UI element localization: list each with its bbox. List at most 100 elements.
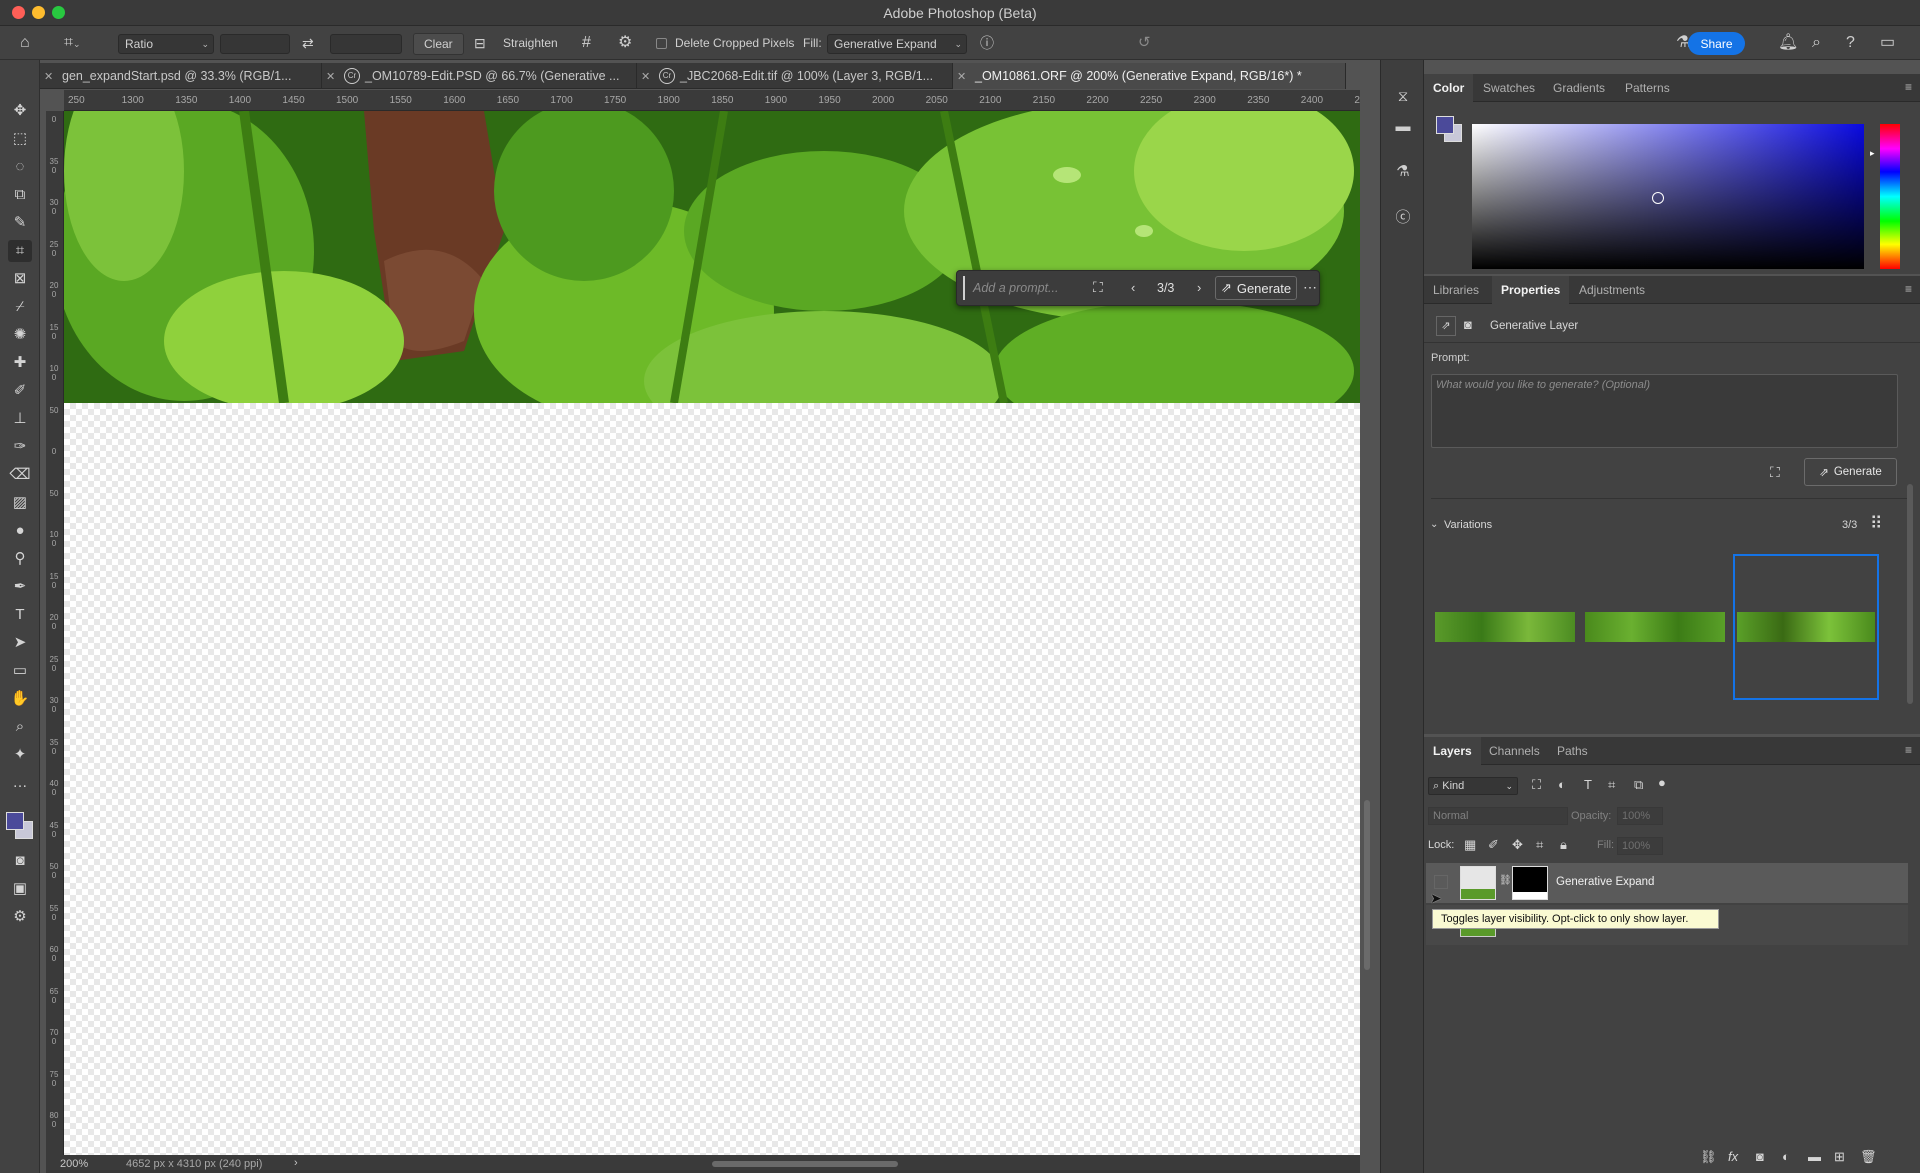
document-info[interactable]: 4652 px x 4310 px (240 ppi) [126,1158,262,1170]
type-tool-icon[interactable]: T [8,604,32,626]
horizontal-ruler[interactable]: 250 1300 1350 1400 1450 1500 1550 1600 1650 1700 1… [64,90,1360,111]
crop-tool-icon[interactable]: ⌗ [8,240,32,262]
clone-stamp-tool-icon[interactable]: ⊥ [8,408,32,430]
add-mask-icon[interactable]: ◙ [1756,1149,1764,1164]
crop-tool-preset-icon[interactable]: ⌗⌄ [64,34,81,53]
lock-transparent-icon[interactable]: ▦ [1464,837,1476,853]
taskbar-generate-button[interactable]: ⇗ Generate [1215,276,1297,300]
tab-swatches[interactable]: Swatches [1474,74,1544,102]
chevron-down-icon[interactable]: ⌄ [1430,519,1438,530]
close-tab-icon[interactable]: ✕ [957,70,966,83]
panel-menu-icon[interactable]: ≡ [1905,80,1912,94]
history-brush-tool-icon[interactable]: ✑ [8,436,32,458]
color-picker-handle[interactable] [1652,192,1664,204]
swap-icon[interactable]: ⇄ [302,34,314,52]
variations-label[interactable]: Variations [1444,519,1492,531]
properties-generate-button[interactable]: ⇗ Generate [1804,458,1897,486]
ratio-height-input[interactable] [330,34,402,54]
close-tab-icon[interactable]: ✕ [44,70,53,83]
tab-libraries[interactable]: Libraries [1424,276,1488,304]
screen-mode-icon[interactable]: ▣ [8,878,32,900]
comments-panel-icon[interactable]: ▬ [1393,118,1413,138]
previous-variation-icon[interactable]: ‹ [1131,280,1135,295]
quick-selection-tool-icon[interactable]: ✎ [8,212,32,234]
delete-cropped-checkbox[interactable]: Delete Cropped Pixels [656,31,794,55]
clear-button[interactable]: Clear [413,33,464,55]
grid-view-icon[interactable]: ⠿ [1870,514,1882,534]
path-selection-tool-icon[interactable]: ➤ [8,632,32,654]
new-layer-icon[interactable]: ⊞ [1834,1149,1845,1165]
hand-tool-icon[interactable]: ✋ [8,688,32,710]
eraser-tool-icon[interactable]: ⌫ [8,464,32,486]
doc-tab-4-active[interactable]: ✕ _OM10861.ORF @ 200% (Generative Expand… [953,63,1346,89]
settings-gear-icon[interactable]: ⚙ [618,34,632,52]
home-icon[interactable]: ⌂ [20,34,30,52]
cloud-doc-panel-icon[interactable]: ⓒ [1393,206,1413,226]
lock-image-icon[interactable]: ✐ [1488,837,1499,853]
blend-mode-select[interactable]: Normal [1428,807,1568,825]
panel-menu-icon[interactable]: ≡ [1905,282,1912,296]
new-group-icon[interactable]: ▬ [1808,1149,1821,1164]
tab-color[interactable]: Color [1424,74,1474,102]
pen-tool-icon[interactable]: ✒ [8,576,32,598]
overlay-grid-icon[interactable]: # [582,34,591,52]
hue-slider[interactable] [1880,124,1900,269]
fill-input[interactable]: 100% [1617,837,1663,855]
straighten-label[interactable]: Straighten [503,31,558,55]
share-button[interactable]: Share [1688,32,1745,55]
info-icon[interactable]: ⓘ [980,34,994,52]
close-tab-icon[interactable]: ✕ [326,70,335,83]
filter-shape-icon[interactable]: ⌗ [1608,777,1615,793]
next-variation-icon[interactable]: › [1197,280,1201,295]
workspace-icon[interactable]: ▭ [1880,34,1895,52]
filter-type-icon[interactable]: T [1584,777,1592,792]
fx-icon[interactable]: fx [1728,1149,1738,1164]
prompt-textarea[interactable]: What would you like to generate? (Option… [1431,374,1898,448]
help-icon[interactable]: ? [1846,34,1855,52]
tab-adjustments[interactable]: Adjustments [1570,276,1654,304]
marquee-tool-icon[interactable]: ⬚ [8,128,32,150]
kind-filter-select[interactable]: ⌕ Kind ⌄ [1428,777,1518,795]
hue-slider-handle-icon[interactable]: ▸ [1870,148,1875,159]
layer-row-generative-expand[interactable]: ⛓ Generative Expand [1426,863,1908,903]
properties-scrollbar[interactable] [1907,484,1913,704]
new-adjustment-icon[interactable]: ◐ [1782,1149,1790,1164]
history-panel-icon[interactable]: ⧖ [1393,88,1413,108]
bell-icon[interactable]: 🔔︎ [1778,34,1798,52]
color-field[interactable] [1472,124,1864,269]
layer-mask-thumbnail[interactable] [1512,866,1548,900]
brush-tool-icon[interactable]: ✐ [8,380,32,402]
canvas-area[interactable] [64,111,1360,1155]
blur-tool-icon[interactable]: ● [8,520,32,542]
tab-layers[interactable]: Layers [1424,737,1481,765]
rectangle-tool-icon[interactable]: ▭ [8,660,32,682]
spot-healing-tool-icon[interactable]: ✺ [8,324,32,346]
mask-link-icon[interactable]: ⛓ [1499,875,1512,886]
panel-menu-icon[interactable]: ≡ [1905,743,1912,757]
straighten-icon[interactable]: ⊟ [474,34,486,52]
quick-mask-icon[interactable]: ◙ [8,850,32,872]
reference-image-icon[interactable]: ⛶ [1770,464,1780,481]
opacity-input[interactable]: 100% [1617,807,1663,825]
layer-visibility-toggle[interactable] [1434,875,1448,889]
dodge-tool-icon[interactable]: ⚲ [8,548,32,570]
vertical-scrollbar[interactable] [1364,800,1370,970]
filter-toggle-icon[interactable]: ● [1658,775,1666,790]
doc-tab-1[interactable]: ✕ gen_expandStart.psd @ 33.3% (RGB/1... [40,63,322,89]
lock-artboard-icon[interactable]: ⌗ [1536,837,1543,853]
delete-layer-icon[interactable]: 🗑︎ [1860,1149,1877,1165]
tab-channels[interactable]: Channels [1480,737,1549,765]
tab-properties[interactable]: Properties [1492,276,1570,304]
frame-tool-icon[interactable]: ⊠ [8,268,32,290]
reset-icon[interactable]: ↺ [1138,34,1151,52]
lasso-tool-icon[interactable]: ◌ [8,156,32,178]
eyedropper-tool-icon[interactable]: ⌿ [8,296,32,318]
link-layers-icon[interactable]: ⛓ [1700,1149,1717,1165]
ratio-select[interactable]: Ratio ⌄ [118,34,214,54]
variation-thumbnail-2[interactable] [1585,612,1725,642]
search-icon[interactable]: ⌕ [1812,34,1821,52]
doc-tab-2[interactable]: ✕ Cr _OM10789-Edit.PSD @ 66.7% (Generati… [322,63,637,89]
gradient-tool-icon[interactable]: ▨ [8,492,32,514]
panel-fg-swatch[interactable] [1436,116,1454,134]
checkbox-icon[interactable] [656,37,667,49]
